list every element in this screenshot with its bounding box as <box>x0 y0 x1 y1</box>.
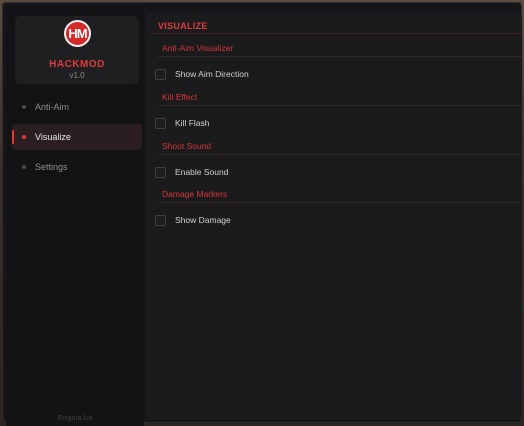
sidebar-item-visualize[interactable]: Visualize <box>12 124 142 150</box>
kill-flash-checkbox[interactable] <box>155 117 166 129</box>
enable-sound-checkbox-row[interactable]: Enable Sound <box>155 165 228 179</box>
page-title: VISUALIZE <box>158 21 208 31</box>
sidebar-item-label: Visualize <box>35 132 71 142</box>
sidebar-item-label: Settings <box>35 162 68 172</box>
app-version: v1.0 <box>69 71 85 80</box>
bullet-icon <box>22 165 26 169</box>
enable-sound-label: Enable Sound <box>175 167 229 177</box>
show-aim-direction-checkbox-row[interactable]: Show Aim Direction <box>155 67 249 81</box>
section-header-damage-markers: Damage Markers <box>162 189 228 199</box>
section-divider <box>158 105 522 106</box>
enable-sound-checkbox[interactable] <box>155 166 166 178</box>
main-panel: VISUALIZE Anti-Aim Visualizer Show Aim D… <box>146 13 522 419</box>
sidebar-item-settings[interactable]: Settings <box>12 154 142 180</box>
section-header-kill-effect: Kill Effect <box>162 92 198 102</box>
section-divider <box>158 56 522 57</box>
logo-icon: HM <box>64 20 91 47</box>
section-header-shoot-sound: Shoot Sound <box>162 141 212 151</box>
sidebar: HM HACKMOD v1.0 Anti-Aim Visualize Setti… <box>6 6 144 426</box>
logo-letters: HM <box>68 26 87 41</box>
section-divider <box>158 202 522 203</box>
show-aim-direction-label: Show Aim Direction <box>175 69 249 79</box>
title-divider <box>150 33 522 34</box>
show-damage-checkbox-row[interactable]: Show Damage <box>155 213 231 227</box>
footer-text: Enigma.lua <box>57 415 93 422</box>
app-window: HM HACKMOD v1.0 Anti-Aim Visualize Setti… <box>2 2 522 426</box>
show-damage-checkbox[interactable] <box>155 214 166 226</box>
logo-card: HM HACKMOD v1.0 <box>15 16 139 84</box>
bullet-icon <box>22 135 26 139</box>
sidebar-item-anti-aim[interactable]: Anti-Aim <box>12 94 142 120</box>
kill-flash-checkbox-row[interactable]: Kill Flash <box>155 116 209 130</box>
section-divider <box>158 154 522 155</box>
kill-flash-label: Kill Flash <box>175 118 210 128</box>
sidebar-item-label: Anti-Aim <box>35 102 70 112</box>
bullet-icon <box>22 105 26 109</box>
show-damage-label: Show Damage <box>175 215 231 225</box>
section-header-anti-aim-visualizer: Anti-Aim Visualizer <box>162 43 234 53</box>
app-name: HACKMOD <box>49 59 105 70</box>
show-aim-direction-checkbox[interactable] <box>155 68 166 80</box>
